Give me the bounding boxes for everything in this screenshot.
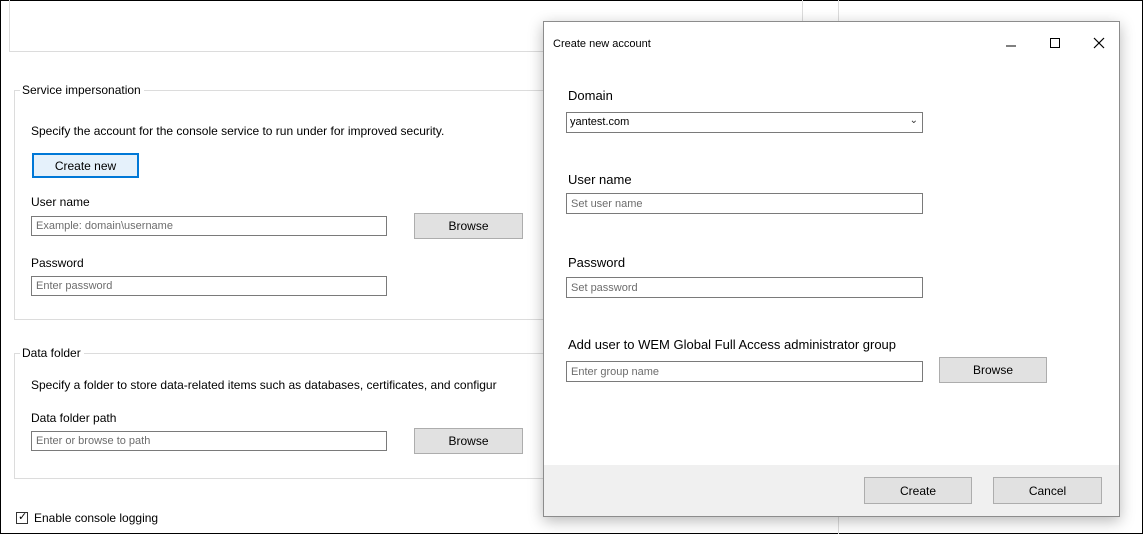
minimize-icon	[1006, 45, 1016, 46]
password-label: Password	[31, 256, 84, 270]
checkmark-icon: ✓	[18, 510, 28, 523]
dialog-footer: Create Cancel	[544, 465, 1119, 516]
create-account-dialog: Create new account Domain yantest.com ⌄ …	[543, 21, 1120, 517]
username-label: User name	[31, 195, 90, 209]
service-impersonation-title: Service impersonation	[20, 83, 144, 97]
close-button[interactable]	[1079, 28, 1119, 58]
chevron-down-icon: ⌄	[909, 115, 918, 126]
domain-select-value: yantest.com	[570, 116, 630, 128]
minimize-button[interactable]	[991, 28, 1031, 58]
divider-vertical-left	[9, 0, 10, 52]
enable-logging-label: Enable console logging	[34, 511, 159, 525]
admin-group-label: Add user to WEM Global Full Access admin…	[568, 337, 897, 352]
maximize-icon	[1050, 37, 1060, 48]
data-folder-title: Data folder	[20, 346, 84, 360]
create-button[interactable]: Create	[864, 477, 972, 504]
maximize-button[interactable]	[1035, 28, 1075, 58]
service-impersonation-description: Specify the account for the console serv…	[31, 124, 445, 138]
dialog-username-label: User name	[568, 172, 632, 187]
close-icon	[1093, 37, 1105, 48]
data-folder-path-input[interactable]	[31, 431, 387, 451]
dialog-password-input[interactable]	[566, 277, 923, 298]
admin-group-input[interactable]	[566, 361, 923, 382]
dialog-password-label: Password	[568, 255, 626, 270]
data-folder-description: Specify a folder to store data-related i…	[31, 378, 497, 392]
dialog-titlebar[interactable]: Create new account	[544, 22, 1119, 64]
dialog-title: Create new account	[553, 38, 651, 50]
create-new-button[interactable]: Create new	[32, 153, 139, 178]
dialog-username-input[interactable]	[566, 193, 923, 214]
domain-label: Domain	[568, 88, 613, 103]
enable-logging-checkbox[interactable]: ✓	[16, 510, 28, 524]
cancel-button[interactable]: Cancel	[993, 477, 1102, 504]
username-input[interactable]	[31, 216, 387, 236]
data-folder-browse-button[interactable]: Browse	[414, 428, 523, 454]
domain-select[interactable]: yantest.com ⌄	[566, 112, 923, 133]
password-input[interactable]	[31, 276, 387, 296]
dialog-browse-button[interactable]: Browse	[939, 357, 1047, 383]
username-browse-button[interactable]: Browse	[414, 213, 523, 239]
data-folder-path-label: Data folder path	[31, 411, 117, 425]
